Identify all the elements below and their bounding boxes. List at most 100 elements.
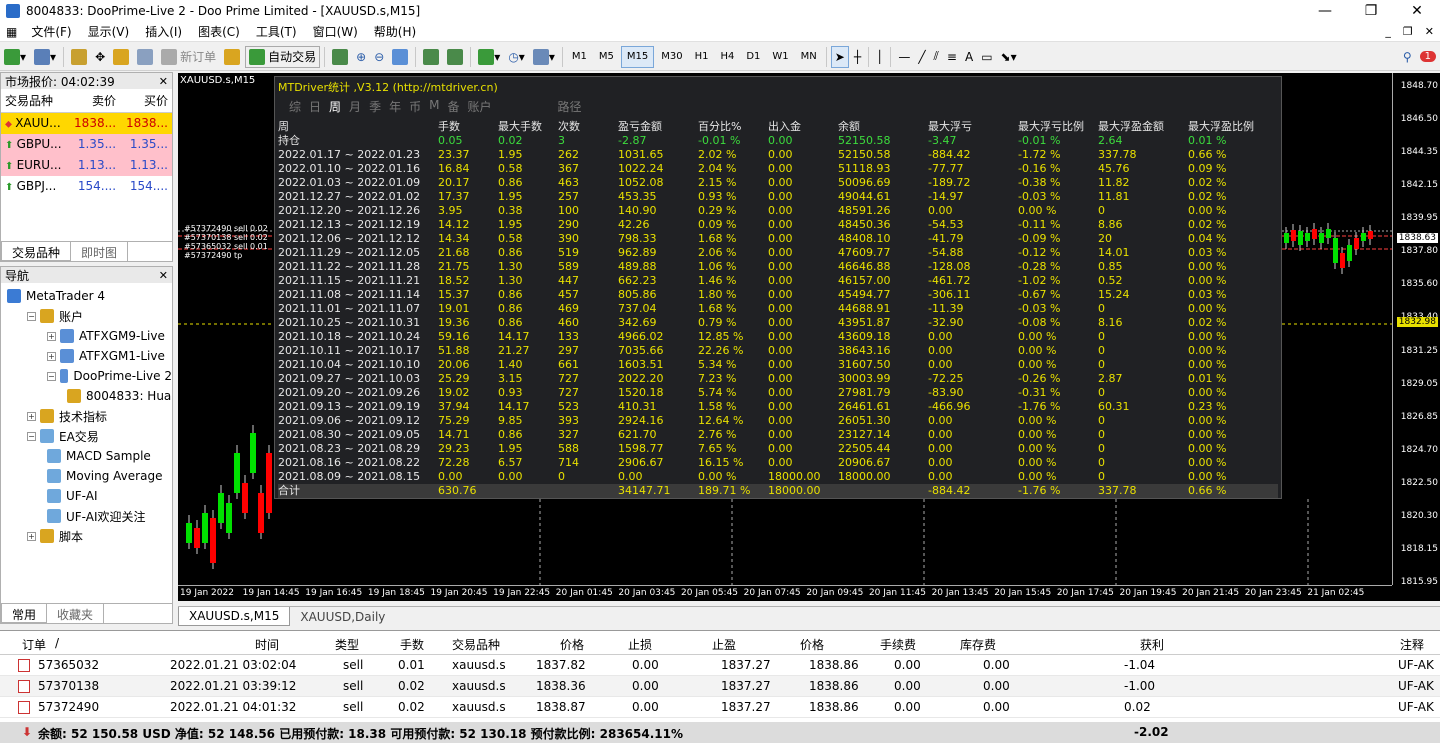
terminal-col-header[interactable]: 交易品种 [452,636,500,653]
mdi-close-button[interactable]: ✕ [1419,25,1440,38]
price-chart[interactable]: XAUUSD.s,M15 #57372490 sell 0.02 #5737013… [178,73,1440,601]
terminal-col-header[interactable]: 时间 [255,636,279,653]
minimize-button[interactable]: — [1302,0,1348,22]
tab-chart-xauusd-m15[interactable]: XAUUSD.s,M15 [178,607,291,626]
stats-tab[interactable]: 日 [309,98,321,115]
nav-item[interactable]: UF-AI [1,486,172,506]
stats-tab[interactable]: 综 [289,98,301,115]
mdi-restore-button[interactable]: ❐ [1397,25,1419,38]
tf-d1[interactable]: D1 [741,46,765,68]
terminal-col-header[interactable]: 止盈 [712,636,736,653]
nav-item[interactable]: UF-AI欢迎关注 [1,506,172,526]
auto-scroll-button[interactable] [444,46,466,68]
new-chart-button[interactable]: ▾ [1,46,29,68]
nav-item[interactable]: 8004833: Hua [1,386,172,406]
notifications-button[interactable]: 1 [1417,46,1439,68]
market-watch-row[interactable]: ⬥ XAUU... 1838... 1838... [1,112,172,134]
tab-symbols[interactable]: 交易品种 [1,242,72,261]
tree-expand-icon[interactable]: + [27,531,36,541]
channel-button[interactable]: ⫽ [931,46,942,68]
stats-tab[interactable]: 年 [389,98,401,115]
cursor-button[interactable]: ➤ [830,45,849,68]
terminal-order-row[interactable]: 57365032 2022.01.21 03:02:04 sell 0.01 xauus… [0,655,1440,676]
time-axis[interactable]: 19 Jan 2022 19 Jan 14:45 19 Jan 16:45 19 Ja… [178,585,1392,601]
terminal-col-header[interactable]: 注释 [1400,636,1424,653]
tree-expand-icon[interactable]: + [27,411,36,421]
close-button[interactable]: ✕ [1394,0,1440,22]
terminal-col-header[interactable]: 类型 [335,636,359,653]
menu-help[interactable]: 帮助(H) [366,23,424,40]
crosshair-tool-button[interactable]: ┼ [851,46,864,68]
tf-h4[interactable]: H4 [715,46,739,68]
profiles-button[interactable]: ▾ [31,46,59,68]
tf-mn[interactable]: MN [796,46,822,68]
col-ask[interactable]: 买价 [120,89,172,113]
text-tool-button[interactable]: A [962,46,976,68]
menu-view[interactable]: 显示(V) [80,23,138,40]
menu-file[interactable]: 文件(F) [23,23,79,40]
terminal-col-header[interactable]: 订单 [22,636,46,653]
new-order-button[interactable]: 新订单 [158,46,219,68]
nav-item[interactable]: + ATFXGM9-Live [1,326,172,346]
col-bid[interactable]: 卖价 [68,89,121,113]
nav-item[interactable]: Moving Average [1,466,172,486]
horizontal-line-button[interactable]: — [895,46,913,68]
market-watch-row[interactable]: ⬆ GBPJ... 154.... 154.... [1,175,172,197]
mdi-minimize-button[interactable]: _ [1379,25,1397,38]
metaeditor-button[interactable] [221,46,243,68]
nav-item[interactable]: + 脚本 [1,526,172,546]
terminal-button[interactable] [134,46,156,68]
terminal-col-header[interactable]: 手数 [400,636,424,653]
terminal-col-header[interactable]: 手续费 [880,636,916,653]
tf-m30[interactable]: M30 [656,46,687,68]
terminal-col-header[interactable]: 价格 [560,636,584,653]
stats-tab[interactable]: M [429,98,439,115]
maximize-button[interactable]: ❐ [1348,0,1394,22]
zoom-in-button[interactable]: ⊕ [353,46,369,68]
menu-insert[interactable]: 插入(I) [137,23,190,40]
menu-charts[interactable]: 图表(C) [190,23,248,40]
tf-m1[interactable]: M1 [567,46,592,68]
tf-m15[interactable]: M15 [620,45,655,68]
menu-window[interactable]: 窗口(W) [305,23,366,40]
menu-tools[interactable]: 工具(T) [248,23,305,40]
terminal-order-row[interactable]: 57372490 2022.01.21 04:01:32 sell 0.02 xauus… [0,697,1440,718]
tree-expand-icon[interactable]: − [27,431,36,441]
navigator-button[interactable] [110,46,132,68]
periods-button[interactable]: ◷ ▾ [505,46,528,68]
stats-tab[interactable]: 周 [329,98,341,115]
price-axis[interactable]: 1848.70 1846.50 1844.35 1842.15 1839.95 1837.… [1392,73,1440,587]
stats-tab[interactable]: 路径 [558,98,582,115]
tf-m5[interactable]: M5 [594,46,619,68]
trendline-button[interactable]: ╱ [915,46,928,68]
nav-item[interactable]: + ATFXGM1-Live [1,346,172,366]
terminal-col-header[interactable]: 获利 [1140,636,1164,653]
market-watch-button[interactable] [68,46,90,68]
terminal-order-row[interactable]: 57370138 2022.01.21 03:39:12 sell 0.02 xauus… [0,676,1440,697]
tree-expand-icon[interactable]: − [47,371,56,381]
tree-expand-icon[interactable]: + [47,331,56,341]
market-watch-row[interactable]: ⬆ GBPU... 1.35... 1.35... [1,133,172,155]
nav-item[interactable]: MACD Sample [1,446,172,466]
search-button[interactable]: ⚲ [1400,46,1415,68]
tf-h1[interactable]: H1 [690,46,714,68]
terminal-col-header[interactable]: 价格 [800,636,824,653]
terminal-col-header[interactable]: 库存费 [960,636,996,653]
tree-expand-icon[interactable]: + [47,351,56,361]
close-icon[interactable]: ✕ [159,269,168,282]
tf-w1[interactable]: W1 [767,46,793,68]
stats-tab[interactable]: 币 [409,98,421,115]
col-symbol[interactable]: 交易品种 [1,89,69,113]
templates-button[interactable]: ▾ [530,46,558,68]
label-tool-button[interactable]: ▭ [978,46,995,68]
nav-item[interactable]: − 账户 [1,306,172,326]
fibo-button[interactable]: ≡ [944,46,960,68]
tab-chart-xauusd-daily[interactable]: XAUUSD,Daily [290,608,395,626]
tab-common[interactable]: 常用 [1,604,48,623]
chart-shift-button[interactable] [420,46,442,68]
stats-tab[interactable]: 账户 [467,98,491,115]
tile-windows-button[interactable] [389,46,411,68]
nav-item[interactable]: − DooPrime-Live 2 [1,366,172,386]
tab-tick-chart[interactable]: 即时图 [71,242,129,261]
auto-trade-button[interactable]: 自动交易 [245,45,321,68]
